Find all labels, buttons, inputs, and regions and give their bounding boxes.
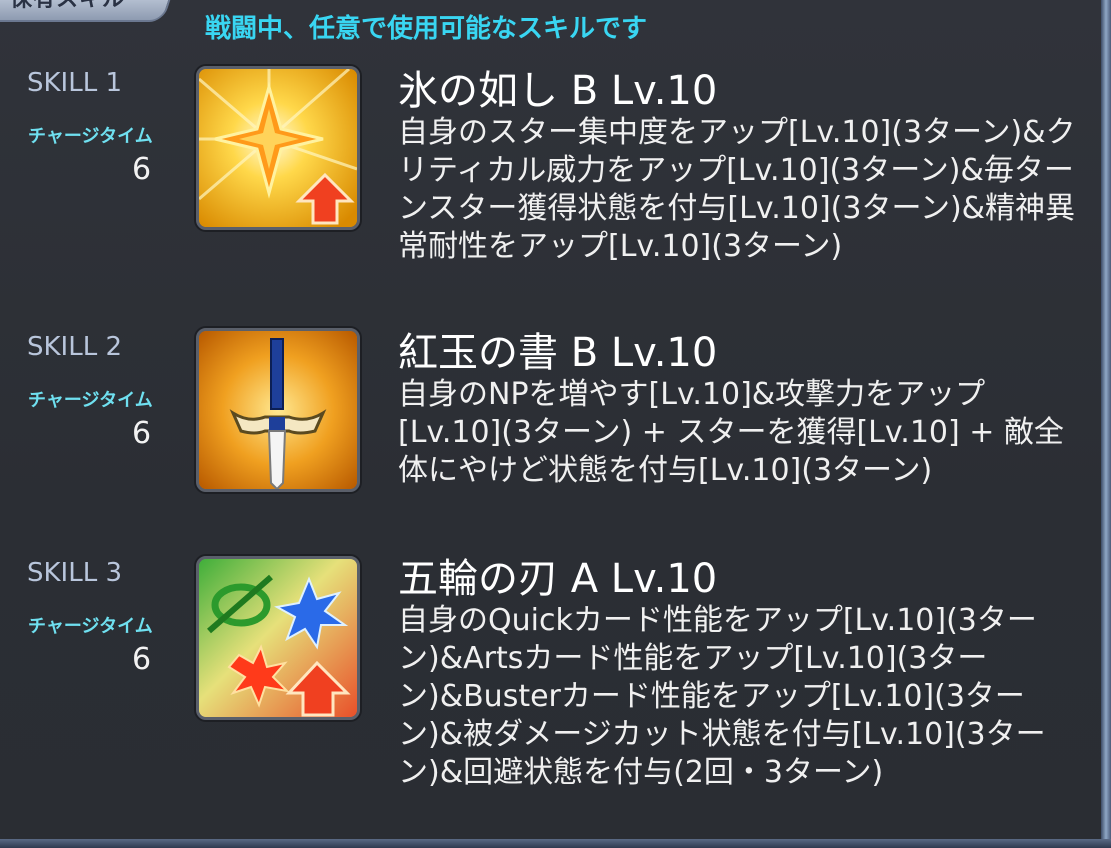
sword-icon[interactable] — [196, 328, 360, 492]
skill-name: 氷の如し B Lv.10 — [398, 68, 718, 114]
charge-time-label: チャージタイム — [28, 616, 153, 637]
section-tab-label: 保有スキル — [10, 0, 125, 14]
skill-panel: 保有スキル 戦闘中、任意で使用可能なスキルです SKILL 1 チャージタイム … — [0, 0, 1111, 848]
section-subtitle: 戦闘中、任意で使用可能なスキルです — [205, 14, 648, 44]
skill-description: 自身のQuickカード性能をアップ[Lv.10](3ターン)&Artsカード性能… — [398, 603, 1046, 790]
skill-number: SKILL 1 — [27, 68, 122, 98]
frame-border-right — [1101, 0, 1111, 848]
charge-time-label: チャージタイム — [28, 390, 153, 411]
charge-time-value: 6 — [132, 642, 152, 677]
skill-name: 紅玉の書 B Lv.10 — [398, 330, 718, 376]
skill-description: 自身のスター集中度をアップ[Lv.10](3ターン)&クリティカル威力をアップ[… — [398, 115, 1076, 264]
charge-time-label: チャージタイム — [28, 126, 153, 147]
star-up-icon[interactable] — [196, 66, 360, 230]
skill-number: SKILL 3 — [27, 558, 122, 588]
card-up-icon[interactable] — [196, 556, 360, 720]
skill-description: 自身のNPを増やす[Lv.10]&攻撃力をアップ[Lv.10](3ターン) + … — [398, 377, 1064, 488]
skill-number: SKILL 2 — [27, 332, 122, 362]
frame-border-bottom — [0, 839, 1111, 848]
skill-name: 五輪の刃 A Lv.10 — [398, 556, 718, 602]
charge-time-value: 6 — [132, 152, 152, 187]
charge-time-value: 6 — [132, 416, 152, 451]
